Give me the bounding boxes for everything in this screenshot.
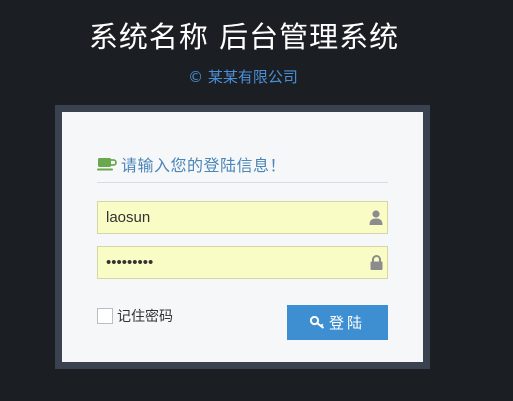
system-title: 系统名称 后台管理系统 (88, 20, 400, 54)
login-button-label: 登陆 (328, 315, 365, 332)
lock-icon (370, 255, 383, 270)
key-icon (309, 316, 325, 329)
copyright-text: © 某某有限公司 (188, 68, 298, 86)
remember-password-option[interactable]: 记住密码 (97, 306, 173, 326)
remember-password-label: 记住密码 (117, 309, 173, 325)
password-field-wrapper (97, 246, 388, 279)
login-card: 请输入您的登陆信息！ 记住密码 (62, 112, 423, 362)
username-input[interactable] (98, 202, 360, 233)
username-field-wrapper (97, 201, 388, 234)
remember-password-checkbox[interactable] (97, 308, 113, 324)
login-heading-text: 请输入您的登陆信息！ (121, 155, 287, 175)
password-input[interactable] (98, 247, 360, 278)
login-heading: 请输入您的登陆信息！ (97, 149, 388, 183)
login-button[interactable]: 登陆 (287, 305, 388, 340)
coffee-icon (97, 157, 117, 170)
user-icon (369, 210, 383, 225)
login-page: 系统名称 后台管理系统 © 某某有限公司 请输入您的登陆信息！ laosun 记… (0, 0, 513, 401)
login-box-frame: 请输入您的登陆信息！ 记住密码 (55, 105, 430, 369)
